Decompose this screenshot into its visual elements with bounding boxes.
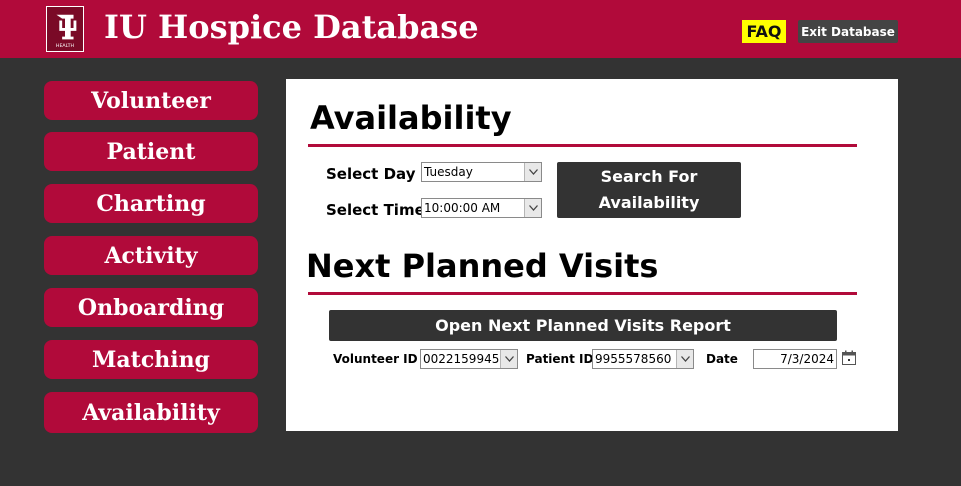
next-visits-divider (308, 292, 857, 295)
calendar-icon[interactable] (841, 350, 857, 366)
select-time-value: 10:00:00 AM (424, 201, 501, 215)
nav-button-matching[interactable]: Matching (44, 340, 258, 379)
nav-button-onboarding[interactable]: Onboarding (44, 288, 258, 327)
nav-button-availability[interactable]: Availability (44, 392, 258, 433)
volunteer-id-label: Volunteer ID (333, 352, 418, 366)
faq-button[interactable]: FAQ (742, 20, 786, 43)
nav-button-charting[interactable]: Charting (44, 184, 258, 223)
nav-button-volunteer[interactable]: Volunteer (44, 81, 258, 120)
patient-id-value: 9955578560 (595, 352, 672, 366)
exit-database-button[interactable]: Exit Database (798, 20, 898, 43)
patient-id-label: Patient ID (526, 352, 594, 366)
chevron-down-icon[interactable] (500, 350, 517, 368)
date-label: Date (706, 352, 738, 366)
date-input[interactable]: 7/3/2024 (753, 349, 837, 369)
next-visits-heading: Next Planned Visits (306, 247, 659, 285)
search-button-line2: Availability (598, 193, 700, 212)
app-title: IU Hospice Database (104, 8, 479, 46)
search-availability-button[interactable]: Search For Availability (557, 162, 741, 218)
select-day-value: Tuesday (424, 165, 473, 179)
volunteer-id-value: 0022159945 (423, 352, 500, 366)
logo-text: HEALTH (56, 43, 75, 49)
nav-button-activity[interactable]: Activity (44, 236, 258, 275)
chevron-down-icon[interactable] (676, 350, 693, 368)
availability-heading: Availability (310, 99, 512, 137)
main-panel: Availability Select Day Tuesday Select T… (286, 79, 898, 431)
nav-button-patient[interactable]: Patient (44, 132, 258, 171)
chevron-down-icon[interactable] (524, 163, 541, 181)
open-report-button[interactable]: Open Next Planned Visits Report (329, 310, 837, 341)
select-day-dropdown[interactable]: Tuesday (421, 162, 542, 182)
select-time-label: Select Time (326, 201, 425, 219)
iu-trident-logo-icon: HEALTH (46, 6, 84, 52)
patient-id-dropdown[interactable]: 9955578560 (592, 349, 694, 369)
search-button-line1: Search For (600, 167, 698, 186)
availability-divider (308, 144, 857, 147)
app-header: HEALTH IU Hospice Database FAQ Exit Data… (0, 0, 961, 58)
select-time-dropdown[interactable]: 10:00:00 AM (421, 198, 542, 218)
chevron-down-icon[interactable] (524, 199, 541, 217)
volunteer-id-dropdown[interactable]: 0022159945 (420, 349, 518, 369)
select-day-label: Select Day (326, 165, 416, 183)
